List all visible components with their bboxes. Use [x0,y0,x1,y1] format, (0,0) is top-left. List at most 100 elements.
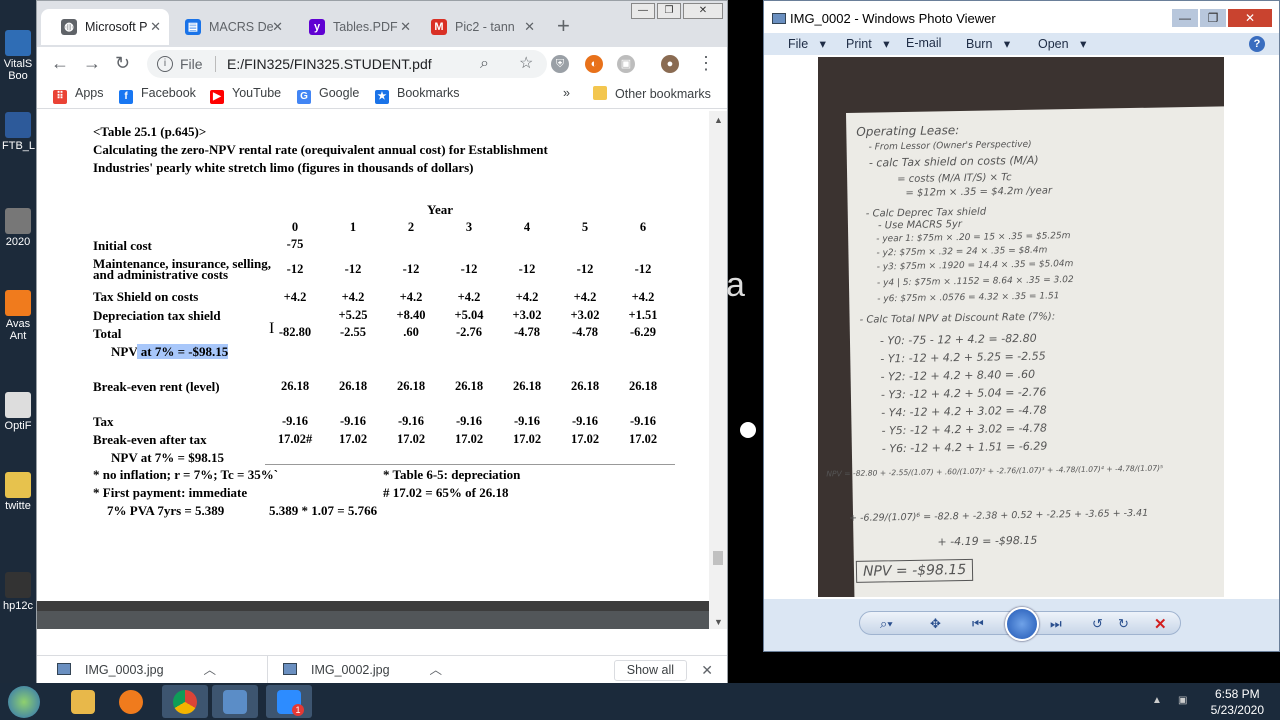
bookmark-bookmarks[interactable]: ★ Bookmarks [375,86,460,104]
extension-shield-icon[interactable]: ⛨ [551,55,569,73]
table-cell: -12 [402,262,420,276]
extension-orange-icon[interactable]: ◐ [585,55,603,73]
bookmark-youtube[interactable]: ▶ YouTube [210,86,281,104]
scroll-down-icon[interactable]: ▼ [714,617,723,627]
bookmarks-overflow-button[interactable]: » [563,86,570,100]
download-item[interactable]: IMG_0003.jpg ︿ [57,656,216,685]
desktop-shortcut[interactable]: VitalS Boo [2,30,34,82]
taskbar-zoom[interactable]: 1 [266,685,312,718]
info-icon[interactable]: i [157,56,173,72]
menu-burn[interactable]: Burn ▾ [966,36,1010,51]
bookmark-google[interactable]: G Google [297,86,359,104]
menu-open[interactable]: Open ▾ [1038,36,1086,51]
actual-size-icon[interactable]: ✥ [930,616,941,632]
menu-print[interactable]: Print ▾ [846,36,889,51]
table-cell: +4.2 [515,290,539,304]
handwriting-line: - From Lessor (Owner's Perspective) [868,139,1032,153]
download-shelf: IMG_0003.jpg ︿ IMG_0002.jpg ︿ Show all ✕ [37,655,727,685]
tray-overflow-icon[interactable]: ▲ [1152,695,1162,706]
handwriting-line: - Y4: -12 + 4.2 + 3.02 = -4.78 [881,403,1047,420]
next-icon[interactable]: ⏭ [1050,616,1062,632]
close-tab-icon[interactable]: ✕ [272,9,283,45]
chevron-down-icon: ▾ [819,37,826,51]
handwriting-line: - y2: $75m × .32 = 24 × .35 = $8.4m [876,245,1048,259]
table-cell: +8.40 [396,308,426,322]
taskbar-chrome[interactable] [162,685,208,718]
selected-text[interactable]: at 7% = -$98.15 [137,344,229,359]
rotate-right-icon[interactable]: ↻ [1118,616,1129,632]
other-bookmarks[interactable]: Other bookmarks [593,86,711,101]
bookmark-apps[interactable]: ⠿ Apps [53,86,104,104]
delete-icon[interactable]: ✕ [1154,615,1167,633]
row-label-tax-shield: Tax Shield on costs [93,289,199,304]
previous-icon[interactable]: ⏮ [972,616,984,632]
zoom-icon[interactable]: ⌕▾ [880,616,893,632]
taskbar-photo-viewer[interactable] [212,685,258,718]
tab-gmail[interactable]: M Pic2 - tann ✕ [411,9,543,45]
desktop-shortcut[interactable]: hp12c [2,572,34,612]
tab-microsoft[interactable]: ◍ Microsoft P ✕ [41,9,169,45]
back-button[interactable]: ← [51,53,69,74]
year-cell: 3 [465,220,473,234]
document-icon [5,392,31,418]
extension-grey-icon[interactable]: ▣ [617,55,635,73]
close-window-button[interactable]: ✕ [683,3,723,19]
taskbar-media-player[interactable] [108,685,154,718]
network-icon[interactable]: ▣ [1178,695,1187,706]
desktop-shortcut[interactable]: FTB_L [2,112,35,152]
table-cell: 26.18 [512,379,542,393]
table-cell: -9.16 [629,414,657,428]
close-tab-icon[interactable]: ✕ [150,9,161,45]
minimize-button[interactable]: — [631,3,655,19]
clock[interactable]: 6:58 PM 5/23/2020 [1211,686,1264,718]
forward-button[interactable]: → [83,53,101,74]
maximize-button[interactable]: ❐ [1200,9,1226,27]
tab-tables-pdf[interactable]: y Tables.PDF ✕ [289,9,419,45]
table-cell: +4.2 [399,290,423,304]
reload-button[interactable]: ↻ [115,53,130,74]
close-tab-icon[interactable]: ✕ [524,9,535,45]
slideshow-button[interactable] [1005,607,1039,641]
taskbar-file-explorer[interactable] [60,685,106,718]
address-bar[interactable]: i File E:/FIN325/FIN325.STUDENT.pdf ⌕ ☆ [147,50,547,78]
bookmark-facebook[interactable]: f Facebook [119,86,196,104]
close-window-button[interactable]: ✕ [1228,9,1272,27]
vertical-scrollbar[interactable]: ▲ ▼ [709,111,727,629]
download-item[interactable]: IMG_0002.jpg ︿ [283,656,442,685]
avatar[interactable]: ● [661,55,679,73]
tab-macrs[interactable]: ▤ MACRS De ✕ [165,9,291,45]
new-tab-button[interactable]: + [557,13,570,39]
chevron-up-icon[interactable]: ︿ [430,663,443,677]
desktop-shortcut[interactable]: Avas Ant [2,290,34,342]
menu-email[interactable]: E-mail [906,36,941,50]
show-all-button[interactable]: Show all [613,660,687,681]
rotate-left-icon[interactable]: ↺ [1092,616,1103,632]
minimize-button[interactable]: — [1172,9,1198,27]
desktop-shortcut[interactable]: OptiF [2,392,34,432]
help-icon[interactable]: ? [1249,36,1265,52]
menu-kebab-icon[interactable]: ⋮ [697,53,715,74]
handwriting-line: - Y6: -12 + 4.2 + 1.51 = -6.29 [881,439,1048,456]
table-cell: -12 [460,262,478,276]
maximize-button[interactable]: ❐ [657,3,681,19]
desktop-shortcut[interactable]: twitte [2,472,34,512]
table-cell: -12 [576,262,594,276]
menu-file[interactable]: File ▾ [788,36,826,51]
start-button[interactable] [8,686,40,718]
photo-viewer-menu: File ▾ Print ▾ E-mail Burn ▾ Open ▾ ? [764,33,1279,55]
zoom-icon[interactable]: ⌕ [480,50,489,78]
table-cell: 26.18 [454,379,484,393]
table-cell: -4.78 [571,325,599,339]
chevron-up-icon[interactable]: ︿ [204,663,217,677]
scroll-thumb[interactable] [713,551,723,565]
globe-icon: ◍ [61,19,77,35]
url-text[interactable]: E:/FIN325/FIN325.STUDENT.pdf [227,50,432,78]
scroll-up-icon[interactable]: ▲ [714,115,723,125]
close-icon[interactable]: ✕ [701,662,713,679]
text-cursor-icon: I [269,320,275,337]
bookmark-star-icon[interactable]: ☆ [519,50,533,78]
desktop-shortcut[interactable]: 2020 [2,208,34,248]
chrome-icon [173,690,197,714]
close-tab-icon[interactable]: ✕ [400,9,411,45]
pdf-viewer[interactable]: <Table 25.1 (p.645)> Calculating the zer… [37,111,727,629]
